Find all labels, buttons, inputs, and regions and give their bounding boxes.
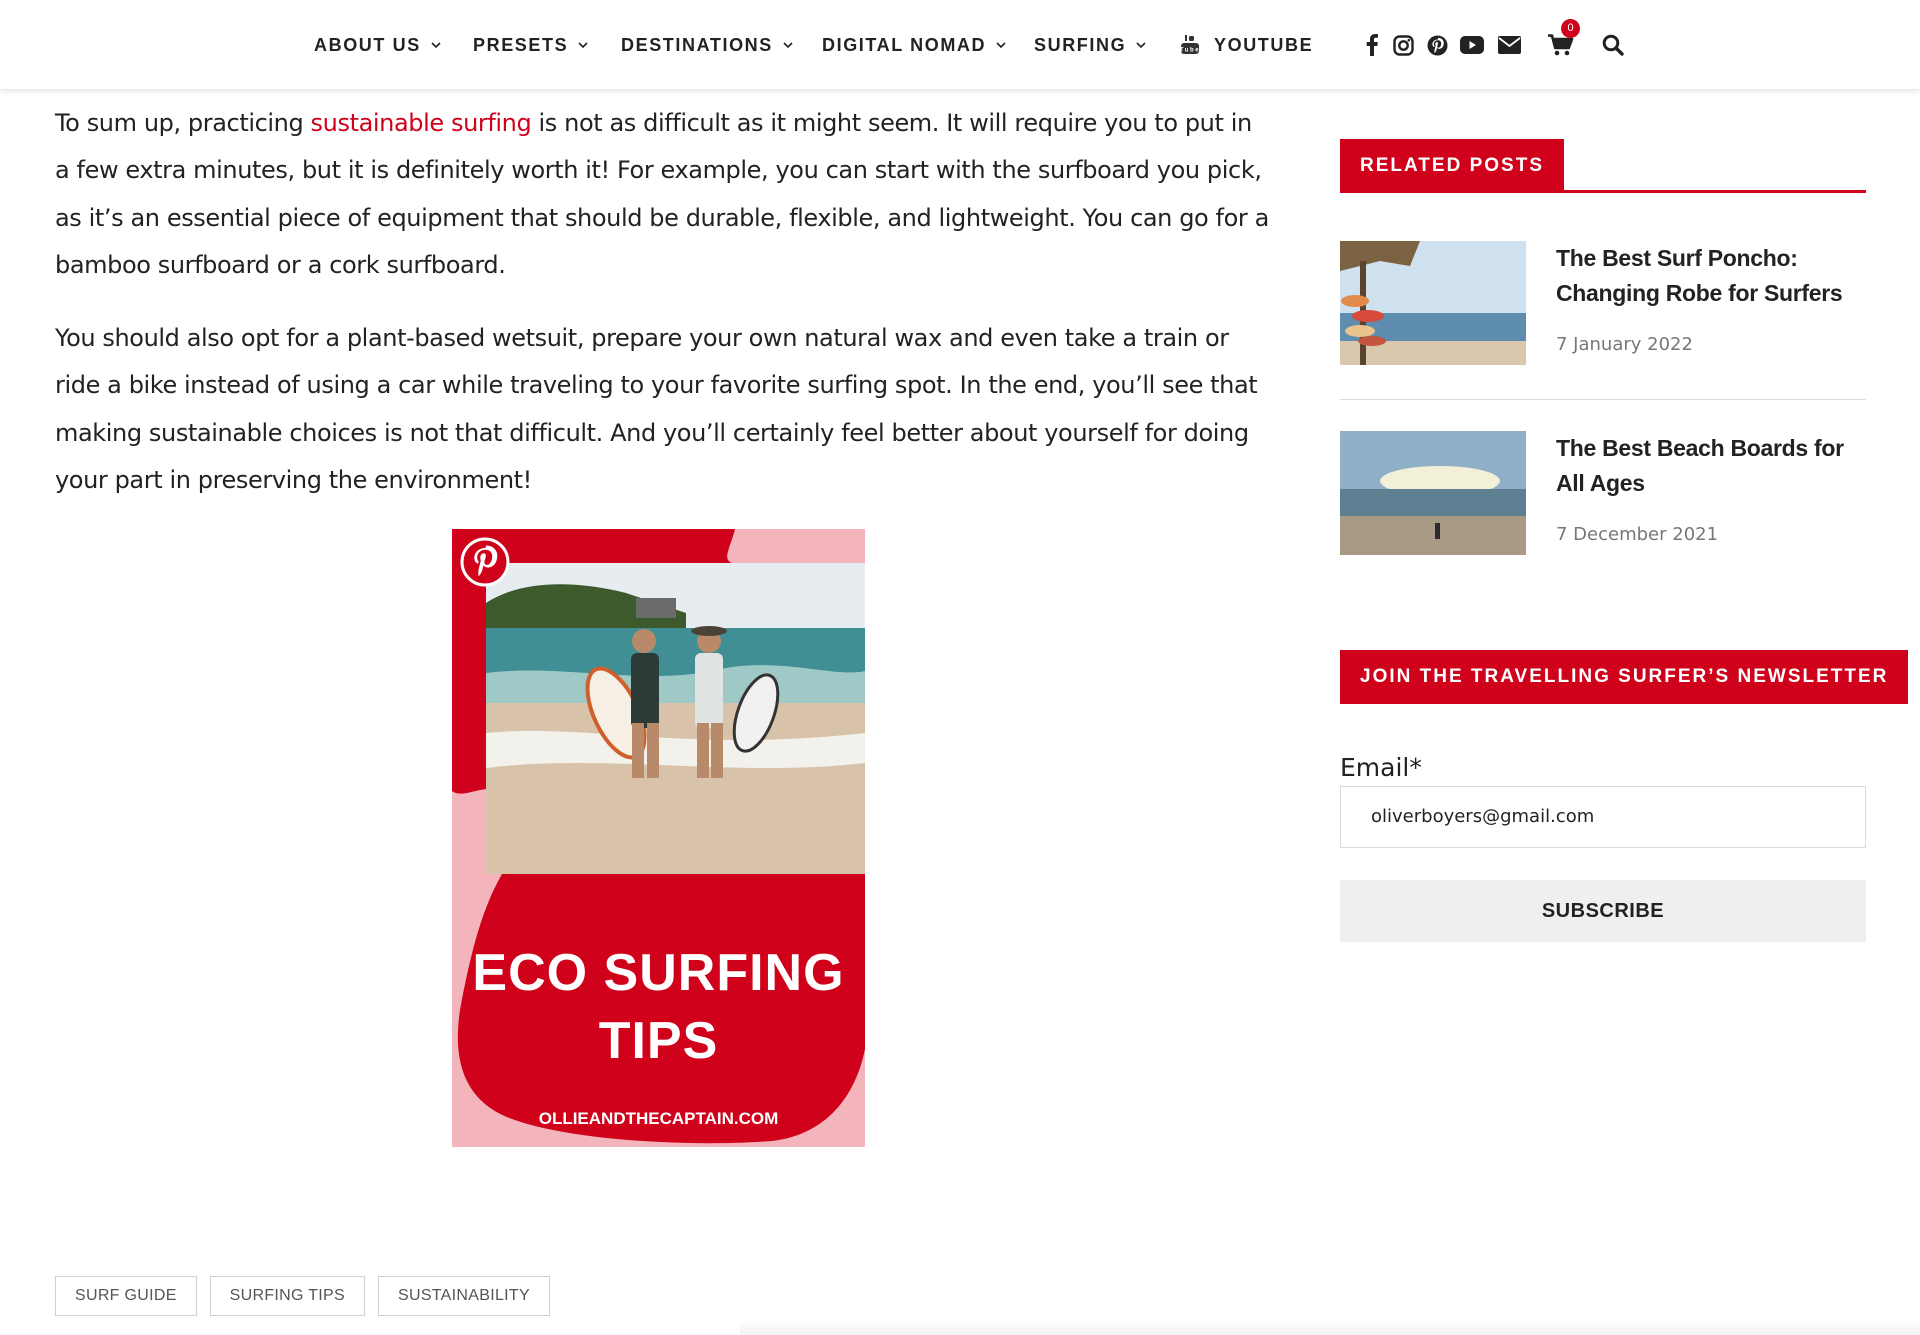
nav-label: ABOUT US xyxy=(314,34,421,55)
heading-underline xyxy=(1340,190,1866,193)
youtube-small-icon: Tube xyxy=(1180,35,1200,54)
article-body: To sum up, practicing sustainable surfin… xyxy=(55,100,1270,530)
search-icon[interactable] xyxy=(1600,32,1626,58)
email-field[interactable]: oliverboyers@gmail.com xyxy=(1340,786,1866,848)
tag-sustainability[interactable]: SUSTAINABILITY xyxy=(378,1276,550,1316)
chevron-down-icon xyxy=(1136,42,1146,49)
related-post-title[interactable]: The Best Surf Poncho: Changing Robe for … xyxy=(1556,241,1866,311)
nav-digital-nomad[interactable]: DIGITAL NOMAD xyxy=(822,33,1007,57)
related-posts-heading: RELATED POSTS xyxy=(1340,139,1564,193)
subscribe-button[interactable]: SUBSCRIBE xyxy=(1340,880,1866,942)
related-post-date: 7 January 2022 xyxy=(1556,334,1693,355)
sustainable-surfing-link[interactable]: sustainable surfing xyxy=(311,109,532,137)
nav-destinations[interactable]: DESTINATIONS xyxy=(621,33,794,57)
nav-label: PRESETS xyxy=(473,34,569,55)
chevron-down-icon xyxy=(783,42,793,49)
pinterest-icon[interactable] xyxy=(1424,32,1450,58)
nav-label: DESTINATIONS xyxy=(621,34,773,55)
pin-title-line-1: ECO SURFING xyxy=(472,944,845,1002)
tag-list: SURF GUIDE SURFING TIPS SUSTAINABILITY xyxy=(55,1276,550,1316)
pin-title-line-2: TIPS xyxy=(598,1012,719,1070)
tag-surfing-tips[interactable]: SURFING TIPS xyxy=(209,1276,365,1316)
svg-text:Tube: Tube xyxy=(1180,48,1200,54)
facebook-icon[interactable] xyxy=(1359,32,1385,58)
chevron-down-icon xyxy=(431,42,441,49)
nav-surfing[interactable]: SURFING xyxy=(1034,33,1147,57)
eco-surfing-pin-image: ECO SURFING TIPS OLLIEANDTHECAPTAIN.COM xyxy=(452,529,865,1147)
cart-count-badge: 0 xyxy=(1561,19,1580,38)
related-post-title[interactable]: The Best Beach Boards for All Ages xyxy=(1556,431,1866,501)
related-post-thumbnail[interactable] xyxy=(1340,241,1526,365)
nav-label: DIGITAL NOMAD xyxy=(822,34,987,55)
tag-surf-guide[interactable]: SURF GUIDE xyxy=(55,1276,197,1316)
related-post-1: The Best Surf Poncho: Changing Robe for … xyxy=(1340,241,1866,365)
envelope-icon[interactable] xyxy=(1496,32,1522,58)
related-post-date: 7 December 2021 xyxy=(1556,524,1719,545)
youtube-icon[interactable] xyxy=(1459,32,1485,58)
surfers-beach-photo xyxy=(486,563,865,874)
nav-youtube[interactable]: Tube YOUTUBE xyxy=(1180,33,1313,57)
heading-underline xyxy=(1340,701,1866,704)
paragraph-text: To sum up, practicing xyxy=(55,109,311,137)
site-header: ABOUT US PRESETS DESTINATIONS DIGITAL NO… xyxy=(0,0,1920,89)
nav-label: YOUTUBE xyxy=(1214,34,1314,55)
nav-label: SURFING xyxy=(1034,34,1127,55)
instagram-icon[interactable] xyxy=(1390,32,1416,58)
pin-title: ECO SURFING TIPS xyxy=(452,939,865,1075)
paragraph-2: You should also opt for a plant-based we… xyxy=(55,324,1258,495)
nav-about-us[interactable]: ABOUT US xyxy=(314,33,442,57)
related-post-2: The Best Beach Boards for All Ages 7 Dec… xyxy=(1340,431,1866,555)
chevron-down-icon xyxy=(578,42,588,49)
nav-presets[interactable]: PRESETS xyxy=(473,33,589,57)
email-label: Email* xyxy=(1340,753,1422,782)
pin-url: OLLIEANDTHECAPTAIN.COM xyxy=(538,1109,779,1128)
paragraph-1: To sum up, practicing sustainable surfin… xyxy=(55,100,1270,289)
divider xyxy=(1340,399,1866,400)
pinterest-save-icon[interactable] xyxy=(460,537,510,587)
related-post-thumbnail[interactable] xyxy=(1340,431,1526,555)
footer-fade xyxy=(740,1320,1920,1335)
newsletter-heading: JOIN THE TRAVELLING SURFER’S NEWSLETTER xyxy=(1340,650,1909,704)
chevron-down-icon xyxy=(996,42,1006,49)
